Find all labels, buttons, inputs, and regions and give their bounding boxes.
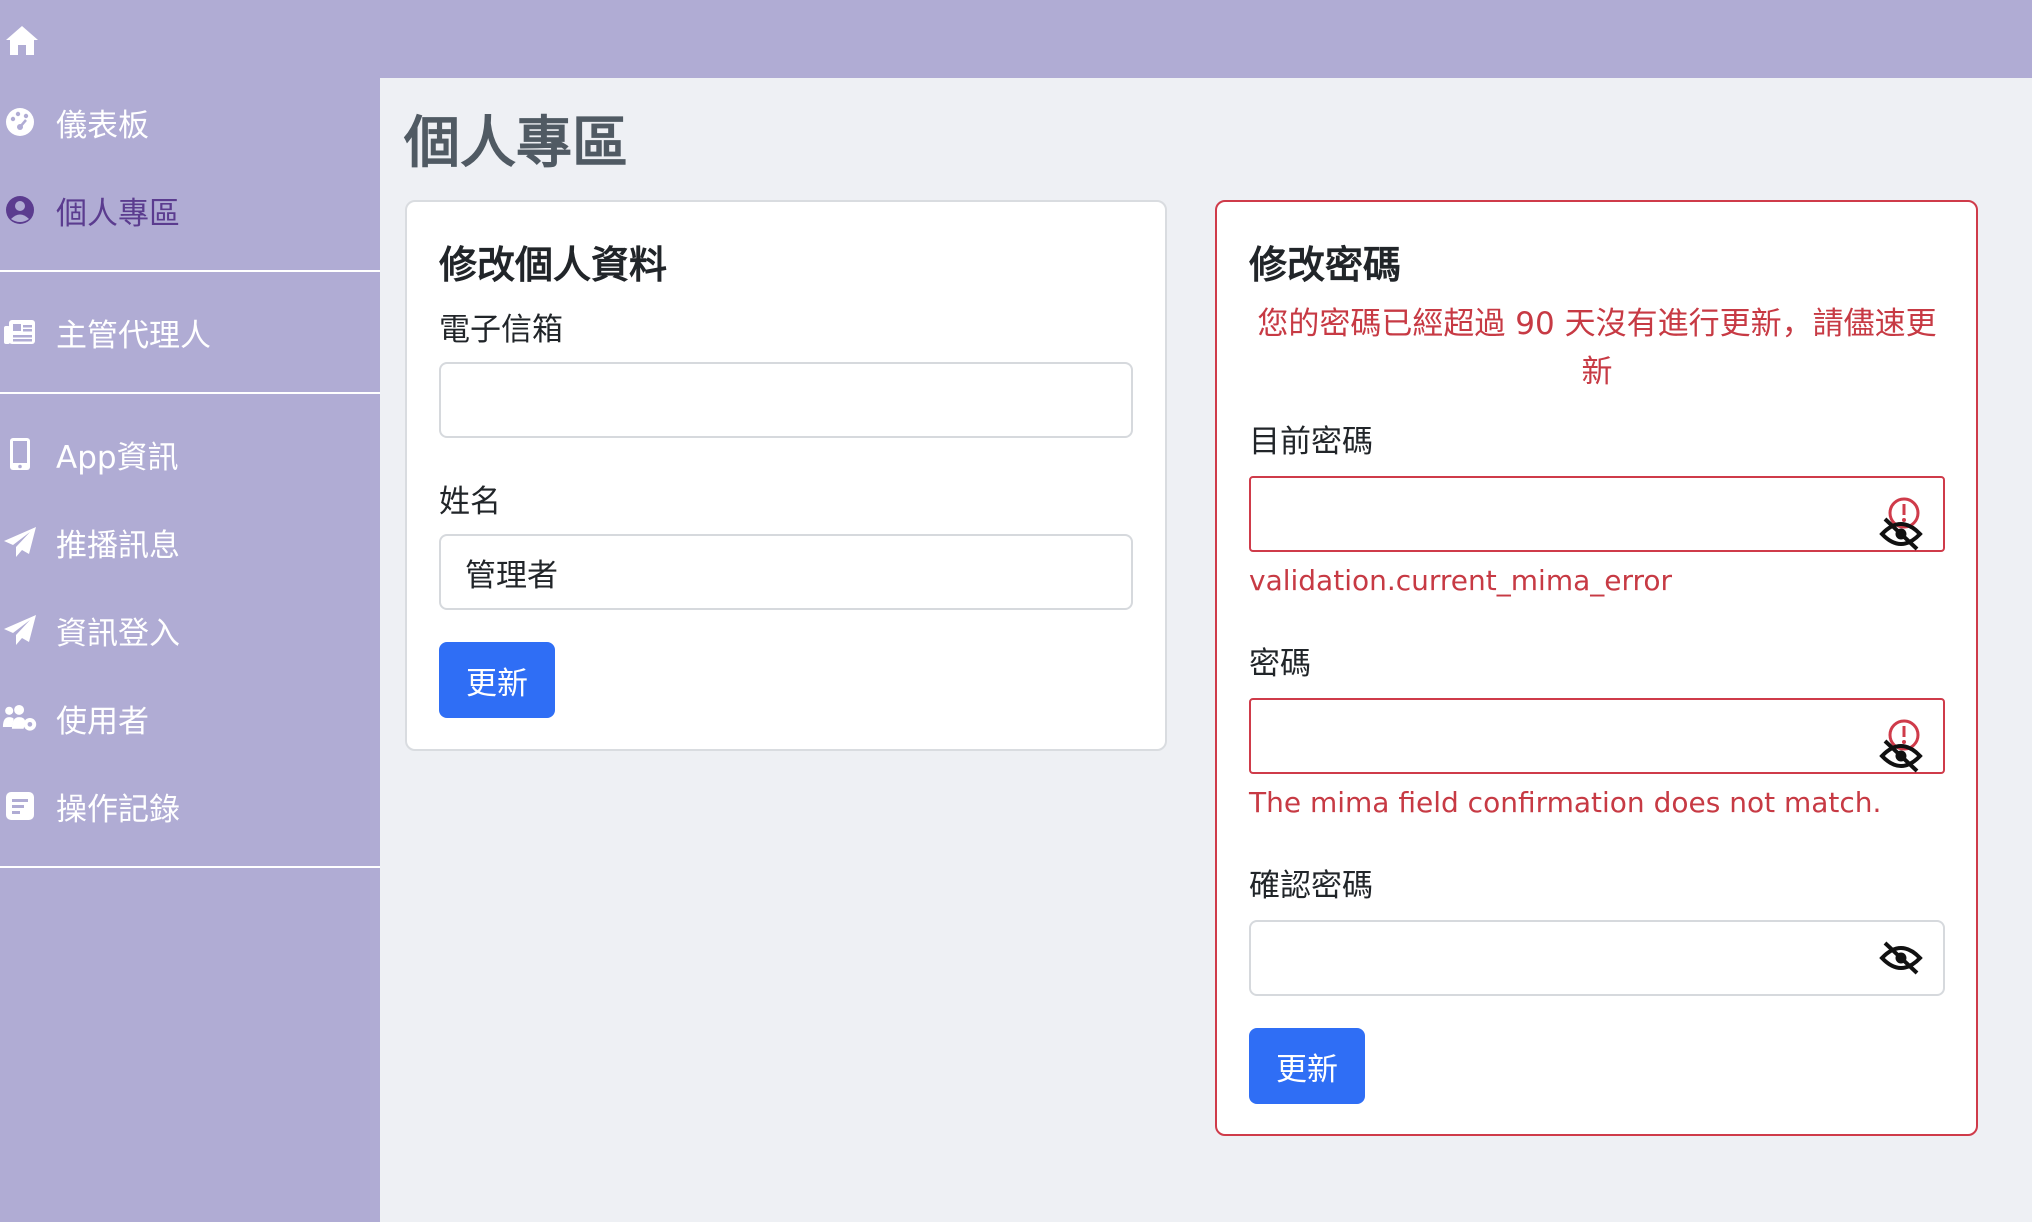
sidebar-item-label: 個人專區 bbox=[56, 195, 180, 232]
name-field[interactable]: 管理者 bbox=[439, 534, 1133, 610]
new-password-error: The mima field confirmation does not mat… bbox=[1249, 786, 1882, 819]
top-bar bbox=[0, 0, 2032, 78]
mobile-icon bbox=[2, 436, 38, 472]
current-password-field[interactable] bbox=[1249, 476, 1945, 552]
confirm-password-label: 確認密碼 bbox=[1249, 868, 1373, 904]
sidebar-item-label: App資訊 bbox=[56, 439, 179, 476]
eye-slash-icon[interactable] bbox=[1879, 516, 1923, 552]
new-password-field[interactable] bbox=[1249, 698, 1945, 774]
new-password-label: 密碼 bbox=[1249, 646, 1311, 682]
log-icon bbox=[2, 788, 38, 824]
sidebar: 儀表板 個人專區 主管代理人 App資訊 推播訊息 資訊登入 使用者 操作記錄 bbox=[0, 78, 380, 1222]
current-password-label: 目前密碼 bbox=[1249, 424, 1373, 460]
current-password-error: validation.current_mima_error bbox=[1249, 564, 1673, 597]
sidebar-item-label: 推播訊息 bbox=[56, 527, 180, 564]
sidebar-item-supervisor-agent[interactable]: 主管代理人 bbox=[0, 302, 380, 362]
page-title: 個人專區 bbox=[404, 111, 628, 176]
sidebar-item-info-login[interactable]: 資訊登入 bbox=[0, 600, 380, 660]
sidebar-item-label: 操作記錄 bbox=[56, 791, 180, 828]
sidebar-item-label: 資訊登入 bbox=[56, 615, 180, 652]
update-password-button[interactable]: 更新 bbox=[1249, 1028, 1365, 1104]
eye-slash-icon[interactable] bbox=[1879, 940, 1923, 976]
sidebar-item-operation-log[interactable]: 操作記錄 bbox=[0, 776, 380, 836]
sidebar-divider bbox=[0, 866, 380, 868]
sidebar-item-label: 儀表板 bbox=[56, 107, 149, 144]
email-field[interactable] bbox=[439, 362, 1133, 438]
sidebar-item-label: 使用者 bbox=[56, 703, 149, 740]
sidebar-divider bbox=[0, 392, 380, 394]
sidebar-item-label: 主管代理人 bbox=[56, 317, 211, 354]
paper-plane-icon bbox=[2, 612, 38, 648]
dashboard-icon bbox=[2, 104, 38, 140]
password-expired-warning: 您的密碼已經超過 90 天沒有進行更新，請儘速更 新 bbox=[1237, 300, 1957, 396]
profile-card-title: 修改個人資料 bbox=[439, 243, 668, 287]
sidebar-item-users[interactable]: 使用者 bbox=[0, 688, 380, 748]
eye-slash-icon[interactable] bbox=[1879, 738, 1923, 774]
users-gear-icon bbox=[2, 700, 38, 736]
warning-line: 新 bbox=[1581, 354, 1613, 390]
name-label: 姓名 bbox=[439, 484, 501, 520]
warning-line: 您的密碼已經超過 90 天沒有進行更新，請儘速更 bbox=[1257, 306, 1937, 342]
sidebar-divider bbox=[0, 270, 380, 272]
sidebar-item-dashboard[interactable]: 儀表板 bbox=[0, 92, 380, 152]
password-card: 修改密碼 您的密碼已經超過 90 天沒有進行更新，請儘速更 新 目前密碼 val… bbox=[1215, 200, 1978, 1136]
profile-card: 修改個人資料 電子信箱 姓名 管理者 更新 bbox=[405, 200, 1167, 751]
home-icon[interactable] bbox=[2, 22, 42, 58]
sidebar-item-profile[interactable]: 個人專區 bbox=[0, 180, 380, 240]
email-label: 電子信箱 bbox=[439, 312, 563, 348]
paper-plane-icon bbox=[2, 524, 38, 560]
sidebar-item-push-messages[interactable]: 推播訊息 bbox=[0, 512, 380, 572]
confirm-password-field[interactable] bbox=[1249, 920, 1945, 996]
newspaper-icon bbox=[2, 314, 38, 350]
password-card-title: 修改密碼 bbox=[1249, 243, 1402, 287]
sidebar-item-app-info[interactable]: App資訊 bbox=[0, 424, 380, 484]
update-profile-button[interactable]: 更新 bbox=[439, 642, 555, 718]
user-circle-icon bbox=[2, 192, 38, 228]
